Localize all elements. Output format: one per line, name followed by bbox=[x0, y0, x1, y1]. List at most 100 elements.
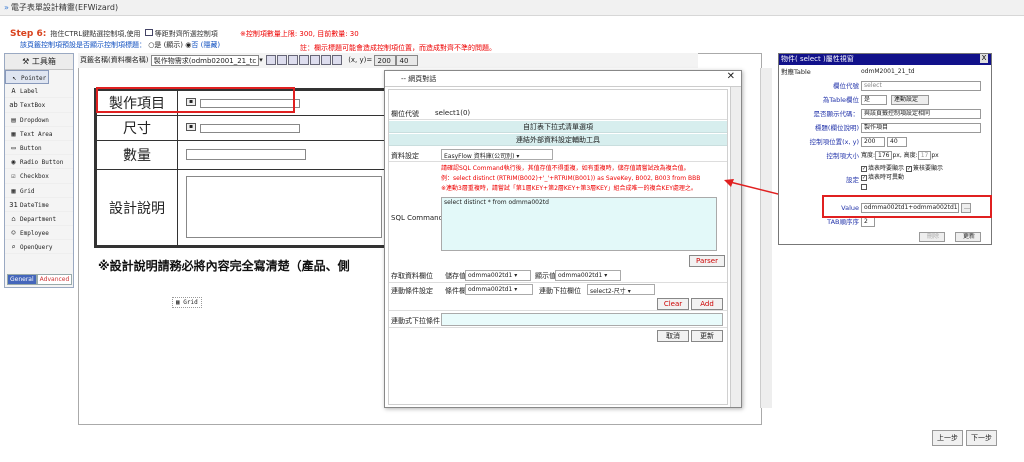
next-button[interactable]: 下一步 bbox=[966, 430, 997, 446]
grid-widget[interactable]: ▦ Grid bbox=[172, 297, 202, 308]
checkbox-show-fill[interactable]: ✓ bbox=[861, 165, 867, 172]
checkbox-row-1: ✓ 填表時要顯示 ✓ 簽核要顯示 bbox=[861, 164, 943, 173]
toolbox-icon: ⚒ bbox=[22, 57, 30, 66]
link-dd-value: select2-尺寸 bbox=[590, 288, 626, 295]
quantity-input[interactable] bbox=[186, 149, 306, 160]
tab-advanced[interactable]: Advanced bbox=[36, 274, 73, 285]
prop-row-pos: 控制項位置(x, y) 200 40 bbox=[779, 136, 991, 148]
tab-general[interactable]: General bbox=[7, 274, 37, 285]
prop-label: 是否顯示代碼： bbox=[813, 110, 860, 118]
save-val-label: 儲存值 bbox=[445, 272, 466, 280]
close-icon[interactable]: X bbox=[980, 54, 988, 63]
prop-label: 控制項位置(x, y) bbox=[809, 138, 859, 146]
tab-order-input[interactable]: 2 bbox=[861, 217, 875, 227]
save-value: odmma002td1 bbox=[468, 272, 513, 279]
pos-y-input[interactable]: 40 bbox=[887, 137, 907, 147]
align-icon[interactable] bbox=[144, 29, 153, 36]
window-title-bar: » 電子表單設計精靈(EFWizard) bbox=[0, 0, 1024, 16]
page-select-arrow[interactable]: ▾ bbox=[259, 56, 263, 64]
tool-label: TextBox bbox=[20, 102, 46, 110]
clear-button[interactable]: Clear bbox=[657, 298, 689, 310]
checkbox-editable[interactable]: ✓ bbox=[861, 174, 867, 181]
description-textarea[interactable] bbox=[186, 176, 382, 238]
prop-value[interactable]: 製作項目 bbox=[861, 123, 981, 133]
sql-textarea[interactable]: select distinct * from odmma002td bbox=[441, 197, 717, 251]
row-field-2[interactable]: ▪ bbox=[177, 115, 390, 141]
show-val-label: 顯示值 bbox=[535, 272, 556, 280]
external-data-bar[interactable]: 連結外部資料設定輔助工具 bbox=[389, 134, 727, 146]
px-unit: px bbox=[931, 152, 939, 159]
tool-radio[interactable]: ◉ Radio Button bbox=[5, 155, 73, 170]
prop-value[interactable]: select bbox=[861, 81, 981, 91]
dialog-scrollbar[interactable] bbox=[730, 87, 741, 407]
custom-list-bar[interactable]: 自訂表下拉式清單選項 bbox=[389, 121, 727, 133]
cancel-button[interactable]: 取消 bbox=[657, 330, 689, 342]
checkbox-extra[interactable] bbox=[861, 183, 867, 190]
tool-openquery[interactable]: ⌕ OpenQuery bbox=[5, 240, 73, 255]
linkcond-input[interactable] bbox=[441, 313, 723, 326]
print-icon[interactable] bbox=[331, 55, 342, 65]
delete-button[interactable]: 刪除 bbox=[919, 232, 945, 242]
tool-label: Button bbox=[20, 144, 42, 152]
tool-employee[interactable]: ☺ Employee bbox=[5, 226, 73, 241]
tool-textbox[interactable]: ab TextBox bbox=[5, 98, 73, 113]
row-field-3[interactable] bbox=[177, 140, 390, 170]
tool-label: DateTime bbox=[20, 201, 49, 209]
prop-value[interactable]: 與該頁籤控制項設定相同 bbox=[861, 109, 981, 119]
tool-pointer[interactable]: ↖ Pointer bbox=[5, 70, 50, 85]
height-input[interactable]: 17 bbox=[917, 151, 932, 160]
prop-value[interactable]: 200 bbox=[861, 137, 885, 147]
tool-textarea[interactable]: ▦ Text Area bbox=[5, 127, 73, 141]
align-right-icon[interactable] bbox=[287, 55, 298, 65]
tool-checkbox[interactable]: ☑ Checkbox bbox=[5, 169, 73, 184]
distribute-icon[interactable] bbox=[298, 55, 309, 65]
grid-toggle-icon[interactable] bbox=[309, 55, 320, 65]
coords-label: (x, y)= bbox=[348, 56, 373, 64]
prop-update-button[interactable]: 更新 bbox=[955, 232, 981, 242]
prev-button[interactable]: 上一步 bbox=[932, 430, 963, 446]
checkbox-label: 填表時可異動 bbox=[868, 174, 905, 181]
tool-datetime[interactable]: 31 DateTime bbox=[5, 198, 73, 212]
link-dd-select[interactable]: select2-尺寸 ▾ bbox=[587, 284, 655, 295]
hint-2: 例：select distinct (RTRIM(B002)+'_'+RTRIM… bbox=[441, 175, 701, 182]
show-select[interactable]: odmma002td1 ▾ bbox=[555, 270, 621, 281]
cond-select[interactable]: odmma002td1 ▾ bbox=[465, 284, 533, 295]
tool-grid[interactable]: ▦ Grid bbox=[5, 184, 73, 198]
coord-x[interactable]: 200 bbox=[374, 54, 397, 66]
select-field[interactable] bbox=[200, 124, 300, 133]
canvas-scrollbar[interactable] bbox=[760, 68, 772, 408]
calendar-icon: 31 bbox=[9, 200, 18, 209]
save-icon[interactable] bbox=[320, 55, 331, 65]
page-select[interactable]: 製作物需求(odmb02001_21_tc bbox=[150, 54, 260, 66]
coord-y[interactable]: 40 bbox=[396, 54, 419, 66]
close-icon[interactable]: ✕ bbox=[727, 71, 735, 82]
row-label-text: 數量 bbox=[123, 148, 151, 164]
tool-department[interactable]: ⌂ Department bbox=[5, 212, 73, 227]
prop-value[interactable]: 是 bbox=[861, 95, 887, 105]
link-dd-label: 連動下拉欄位 bbox=[539, 287, 581, 295]
select-widget[interactable]: ▪ bbox=[186, 123, 196, 131]
field-code-value: select1(0) bbox=[435, 109, 471, 117]
parser-button[interactable]: Parser bbox=[689, 255, 725, 267]
row-field-4[interactable] bbox=[177, 169, 390, 246]
checkbox-row-2: ✓ 填表時可異動 bbox=[861, 173, 943, 182]
sync-settings-button[interactable]: 連動設定 bbox=[891, 95, 929, 105]
checkbox-show-sign[interactable]: ✓ bbox=[905, 165, 912, 172]
tool-button[interactable]: ▭ Button bbox=[5, 141, 73, 156]
tool-label: Employee bbox=[20, 230, 49, 238]
datasource-select[interactable]: EasyFlow 資料庫(公司別) ▾ bbox=[441, 149, 553, 160]
update-button[interactable]: 更新 bbox=[691, 330, 723, 342]
dialog-body: 欄位代號 select1(0) 自訂表下拉式清單選項 連結外部資料設定輔助工具 … bbox=[388, 89, 728, 405]
align-left-icon[interactable] bbox=[265, 55, 276, 65]
align-center-icon[interactable] bbox=[276, 55, 287, 65]
highlight-box-value bbox=[822, 195, 992, 218]
toolbox-tabs: General Advanced bbox=[7, 274, 73, 285]
tool-dropdown[interactable]: ▤ Dropdown bbox=[5, 113, 73, 127]
property-title: 物件( select )屬性視窗 bbox=[781, 55, 854, 63]
save-select[interactable]: odmma002td1 ▾ bbox=[465, 270, 531, 281]
tool-label-item[interactable]: A Label bbox=[5, 84, 73, 99]
width-input[interactable]: 176 bbox=[875, 151, 893, 160]
row-label-text: 尺寸 bbox=[123, 121, 151, 137]
toolbox-header: ⚒ 工具箱 bbox=[5, 54, 73, 70]
add-button[interactable]: Add bbox=[691, 298, 723, 310]
